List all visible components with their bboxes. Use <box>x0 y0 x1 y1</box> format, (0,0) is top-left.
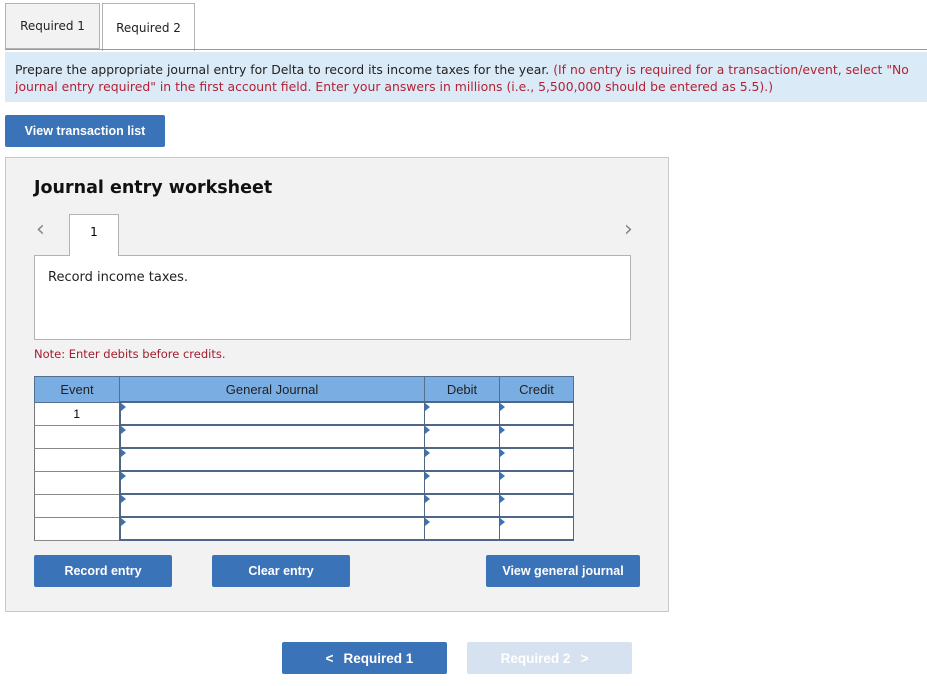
event-cell <box>34 447 121 472</box>
table-row <box>34 516 574 541</box>
input-marker-icon <box>500 472 505 480</box>
chevron-left-icon: < <box>325 650 334 666</box>
account-input[interactable] <box>119 470 425 495</box>
table-row: 1 <box>34 401 574 426</box>
worksheet-title: Journal entry worksheet <box>34 178 273 198</box>
header-event: Event <box>34 376 120 403</box>
next-required-label: Required 2 <box>500 650 571 666</box>
prev-required-button[interactable]: < Required 1 <box>282 642 447 674</box>
chevron-right-icon[interactable]: › <box>624 217 633 242</box>
header-credit: Credit <box>499 376 574 403</box>
chevron-right-icon: > <box>580 650 589 666</box>
journal-table: Event General Journal Debit Credit 1 <box>34 376 574 541</box>
account-input[interactable] <box>119 424 425 449</box>
prev-required-label: Required 1 <box>343 650 414 666</box>
debit-input[interactable] <box>424 493 500 518</box>
debit-input[interactable] <box>424 447 500 472</box>
requirement-tabs: Required 1 Required 2 <box>5 3 195 51</box>
credit-input[interactable] <box>499 493 574 518</box>
credit-input[interactable] <box>499 447 574 472</box>
input-marker-icon <box>500 518 505 526</box>
credit-input[interactable] <box>499 516 574 541</box>
credit-input[interactable] <box>499 470 574 495</box>
debit-input[interactable] <box>424 401 500 426</box>
input-marker-icon <box>500 495 505 503</box>
input-marker-icon <box>425 449 430 457</box>
clear-entry-button[interactable]: Clear entry <box>212 555 350 587</box>
entry-description: Record income taxes. <box>34 255 631 340</box>
dropdown-marker-icon <box>120 495 126 503</box>
view-transaction-list-button[interactable]: View transaction list <box>5 115 165 147</box>
view-general-journal-button[interactable]: View general journal <box>486 555 640 587</box>
event-cell <box>34 516 121 541</box>
debits-note: Note: Enter debits before credits. <box>34 347 226 361</box>
input-marker-icon <box>500 426 505 434</box>
credit-input[interactable] <box>499 401 574 426</box>
input-marker-icon <box>425 472 430 480</box>
instructions-text: Prepare the appropriate journal entry fo… <box>15 62 550 77</box>
event-cell <box>34 424 121 449</box>
table-row <box>34 470 574 495</box>
entry-tab-1[interactable]: 1 <box>69 214 119 256</box>
table-row <box>34 447 574 472</box>
input-marker-icon <box>500 403 505 411</box>
chevron-left-icon[interactable]: ‹ <box>36 217 45 242</box>
next-required-button: Required 2 > <box>467 642 632 674</box>
input-marker-icon <box>425 518 430 526</box>
account-input[interactable] <box>119 516 425 541</box>
event-cell <box>34 470 121 495</box>
input-marker-icon <box>425 403 430 411</box>
credit-input[interactable] <box>499 424 574 449</box>
debit-input[interactable] <box>424 470 500 495</box>
tab-required-1[interactable]: Required 1 <box>5 3 100 49</box>
event-cell: 1 <box>34 401 121 426</box>
dropdown-marker-icon <box>120 426 126 434</box>
journal-header-row: Event General Journal Debit Credit <box>34 376 574 403</box>
table-row <box>34 424 574 449</box>
table-row <box>34 493 574 518</box>
dropdown-marker-icon <box>120 403 126 411</box>
account-input[interactable] <box>119 493 425 518</box>
tab-required-2[interactable]: Required 2 <box>102 3 195 51</box>
account-input[interactable] <box>119 401 425 426</box>
dropdown-marker-icon <box>120 449 126 457</box>
debit-input[interactable] <box>424 424 500 449</box>
journal-entry-worksheet: Journal entry worksheet ‹ 1 › Record inc… <box>5 157 669 612</box>
input-marker-icon <box>425 426 430 434</box>
instructions-panel: Prepare the appropriate journal entry fo… <box>5 52 927 102</box>
dropdown-marker-icon <box>120 518 126 526</box>
debit-input[interactable] <box>424 516 500 541</box>
dropdown-marker-icon <box>120 472 126 480</box>
input-marker-icon <box>500 449 505 457</box>
input-marker-icon <box>425 495 430 503</box>
header-general-journal: General Journal <box>119 376 425 403</box>
event-cell <box>34 493 121 518</box>
tab-divider <box>5 49 927 50</box>
record-entry-button[interactable]: Record entry <box>34 555 172 587</box>
account-input[interactable] <box>119 447 425 472</box>
header-debit: Debit <box>424 376 500 403</box>
